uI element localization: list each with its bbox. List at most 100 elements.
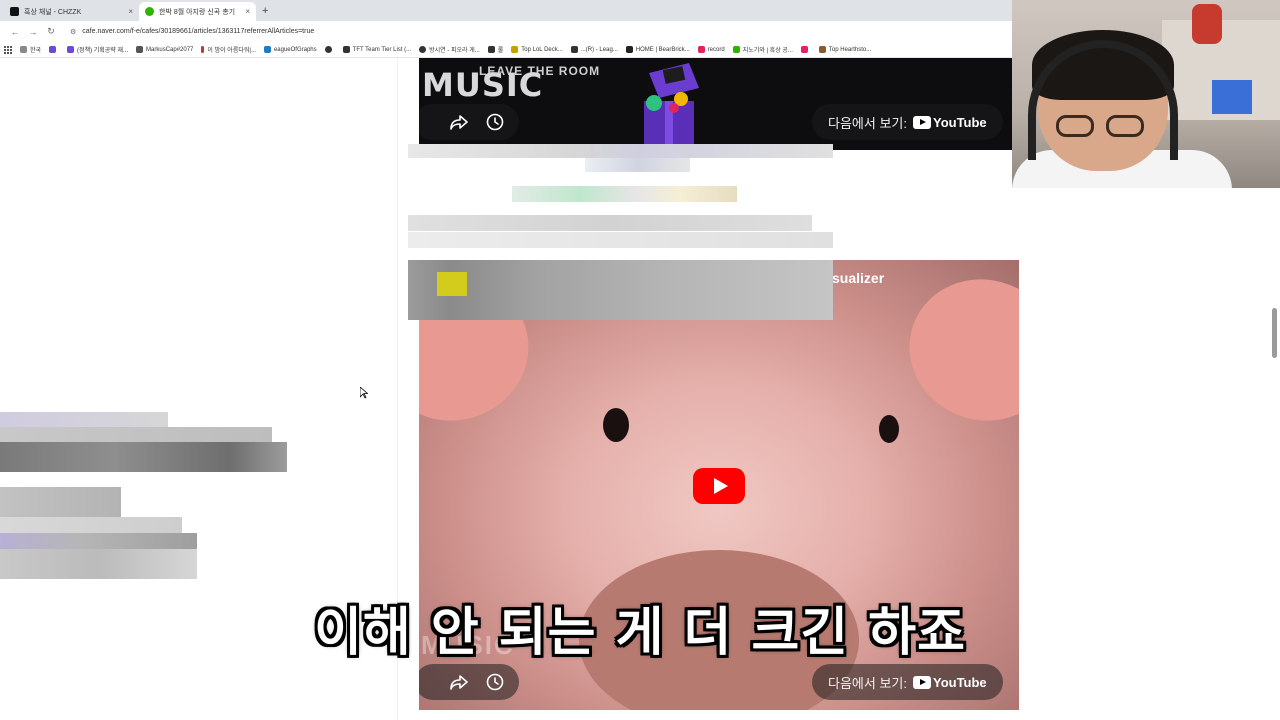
url-text: cafe.naver.com/f-e/cafes/30189661/articl… xyxy=(82,28,315,35)
reload-icon[interactable]: ↻ xyxy=(42,26,60,37)
bookmark-item[interactable] xyxy=(49,46,59,53)
pig-eye-right xyxy=(879,415,899,443)
bookmark-favicon-icon xyxy=(67,46,75,53)
video-art-title: MUSIC xyxy=(422,66,544,104)
forward-arrow-icon[interactable]: → xyxy=(24,27,42,37)
bookmark-favicon-icon xyxy=(201,46,205,53)
naver-cafe-favicon-icon xyxy=(145,7,154,16)
redacted-text-block xyxy=(0,517,182,533)
bookmark-favicon-icon xyxy=(419,46,427,53)
bookmark-label: MarkusCap#2077 xyxy=(146,46,194,53)
bookmark-item[interactable]: 한국 xyxy=(20,45,41,54)
pig-eye-left xyxy=(603,408,629,442)
new-tab-button[interactable]: + xyxy=(262,2,268,21)
bookmark-label: eagueOfGraphs xyxy=(273,46,317,53)
redacted-channel-avatar xyxy=(437,272,467,296)
video-actions-pill xyxy=(419,664,519,700)
screen: 흑상 채널 - CHZZK × 한박 8월 아지랑 신곡 총기 × + ← → … xyxy=(0,0,1280,720)
bookmark-item[interactable]: 롤 xyxy=(487,45,504,54)
apps-grid-icon[interactable] xyxy=(4,45,12,54)
watch-on-label: 다음에서 보기: xyxy=(828,115,907,131)
bookmark-item[interactable]: 지노기와 | 흑상 공... xyxy=(732,45,793,54)
address-bar[interactable]: ⚙ cafe.naver.com/f-e/cafes/30189661/arti… xyxy=(64,24,1006,40)
bookmark-item[interactable]: 이 밤이 아름다워|... xyxy=(201,45,256,54)
bookmark-item[interactable]: TFT Team Tier List (... xyxy=(342,46,412,53)
address-row: ← → ↻ ⚙ cafe.naver.com/f-e/cafes/3018966… xyxy=(0,21,1012,42)
chzzk-favicon-icon xyxy=(10,7,19,16)
tab-label: 한박 8월 아지랑 신곡 총기 xyxy=(159,8,236,16)
redacted-text-block xyxy=(0,549,197,579)
shelf-figure xyxy=(1192,4,1222,44)
share-icon[interactable] xyxy=(441,664,477,700)
bookmark-favicon-icon xyxy=(818,46,826,53)
bookmark-favicon-icon xyxy=(263,46,271,53)
bookmark-favicon-icon xyxy=(324,46,332,53)
bookmark-item[interactable] xyxy=(324,46,335,53)
bookmark-item[interactable]: record xyxy=(697,46,725,53)
bookmark-label: Top Hearthsto... xyxy=(828,46,872,53)
bookmark-favicon-icon xyxy=(625,46,633,53)
gift-box-illustration-icon xyxy=(644,63,699,150)
bookmark-favicon-icon xyxy=(136,46,144,53)
shelf-figure xyxy=(1212,80,1252,114)
redacted-title-block xyxy=(408,260,833,320)
bookmark-label: HOME | BearBrick... xyxy=(635,46,690,53)
youtube-embed-top[interactable]: LEAVE THE ROOM MUSIC 다음에서 보기: YouTube xyxy=(419,58,1019,150)
bookmark-item[interactable]: MarkusCap#2077 xyxy=(136,46,193,53)
bookmark-label: 지노기와 | 흑상 공... xyxy=(742,48,793,54)
clock-icon[interactable] xyxy=(477,664,513,700)
video-title-fragment: sualizer xyxy=(832,270,885,286)
tab-bar: 흑상 채널 - CHZZK × 한박 8월 아지랑 신곡 총기 × + xyxy=(0,0,1012,21)
watch-on-youtube-button[interactable]: 다음에서 보기: YouTube xyxy=(812,104,1003,140)
bookmark-label: Top LoL Deck... xyxy=(521,46,563,53)
bookmark-item[interactable]: ...(R) - Leag... xyxy=(570,46,618,53)
share-icon[interactable] xyxy=(441,104,477,140)
redacted-text-block xyxy=(408,232,833,248)
bookmark-label: (정책) 기획공략 재... xyxy=(77,48,129,54)
bookmark-favicon-icon xyxy=(732,46,740,53)
youtube-logo-icon: YouTube xyxy=(912,675,987,690)
watch-on-label: 다음에서 보기: xyxy=(828,675,907,691)
redacted-text-block xyxy=(0,412,168,427)
redacted-text-block xyxy=(585,158,690,172)
tab-chzzk[interactable]: 흑상 채널 - CHZZK × xyxy=(4,2,139,21)
tab-label: 흑상 채널 - CHZZK xyxy=(24,8,82,16)
video-subtitle-caption: 이해 안 되는 게 더 크긴 하죠 xyxy=(314,603,966,663)
site-info-icon[interactable]: ⚙ xyxy=(70,28,76,36)
page-scrollbar-thumb[interactable] xyxy=(1272,308,1277,358)
bookmark-favicon-icon xyxy=(800,46,808,53)
back-arrow-icon[interactable]: ← xyxy=(6,27,24,37)
bookmark-item[interactable]: Top LoL Deck... xyxy=(511,46,563,53)
redacted-text-block xyxy=(408,144,833,158)
bookmark-item[interactable]: (정책) 기획공략 재... xyxy=(67,45,128,54)
bookmark-item[interactable]: Top Hearthsto... xyxy=(818,46,872,53)
watch-on-youtube-button[interactable]: 다음에서 보기: YouTube xyxy=(812,664,1003,700)
play-icon[interactable] xyxy=(693,468,745,504)
bookmark-label: record xyxy=(707,46,725,53)
pig-ear-right xyxy=(889,260,1019,442)
tab-naver-cafe[interactable]: 한박 8월 아지랑 신곡 총기 × xyxy=(139,2,256,21)
youtube-logo-icon: YouTube xyxy=(912,115,987,130)
close-tab-icon[interactable]: × xyxy=(245,7,250,16)
redacted-text-block xyxy=(0,533,197,549)
close-tab-icon[interactable]: × xyxy=(128,7,133,16)
redacted-text-block xyxy=(408,215,812,231)
bookmark-label: 한국 xyxy=(30,48,42,54)
redacted-text-block xyxy=(0,487,121,517)
bookmark-favicon-icon xyxy=(697,46,705,53)
redacted-text-block xyxy=(0,427,272,442)
video-actions-pill xyxy=(419,104,519,140)
bookmark-label: 롤 xyxy=(497,48,504,54)
bookmark-item[interactable] xyxy=(800,46,811,53)
webcam-overlay xyxy=(1012,0,1280,188)
bookmark-favicon-icon xyxy=(570,46,578,53)
clock-icon[interactable] xyxy=(477,104,513,140)
bookmark-item[interactable]: 방시연 - 피오라 게... xyxy=(419,45,480,54)
bookmark-label: 이 밤이 아름다워|... xyxy=(207,48,256,54)
bookmark-item[interactable]: HOME | BearBrick... xyxy=(625,46,690,53)
glasses xyxy=(1056,115,1146,137)
bookmark-label: TFT Team Tier List (... xyxy=(352,46,412,53)
bookmark-item[interactable]: eagueOfGraphs xyxy=(263,46,317,53)
bookmark-favicon-icon xyxy=(20,46,27,53)
bookmark-label: 방시연 - 피오라 게... xyxy=(429,48,480,54)
